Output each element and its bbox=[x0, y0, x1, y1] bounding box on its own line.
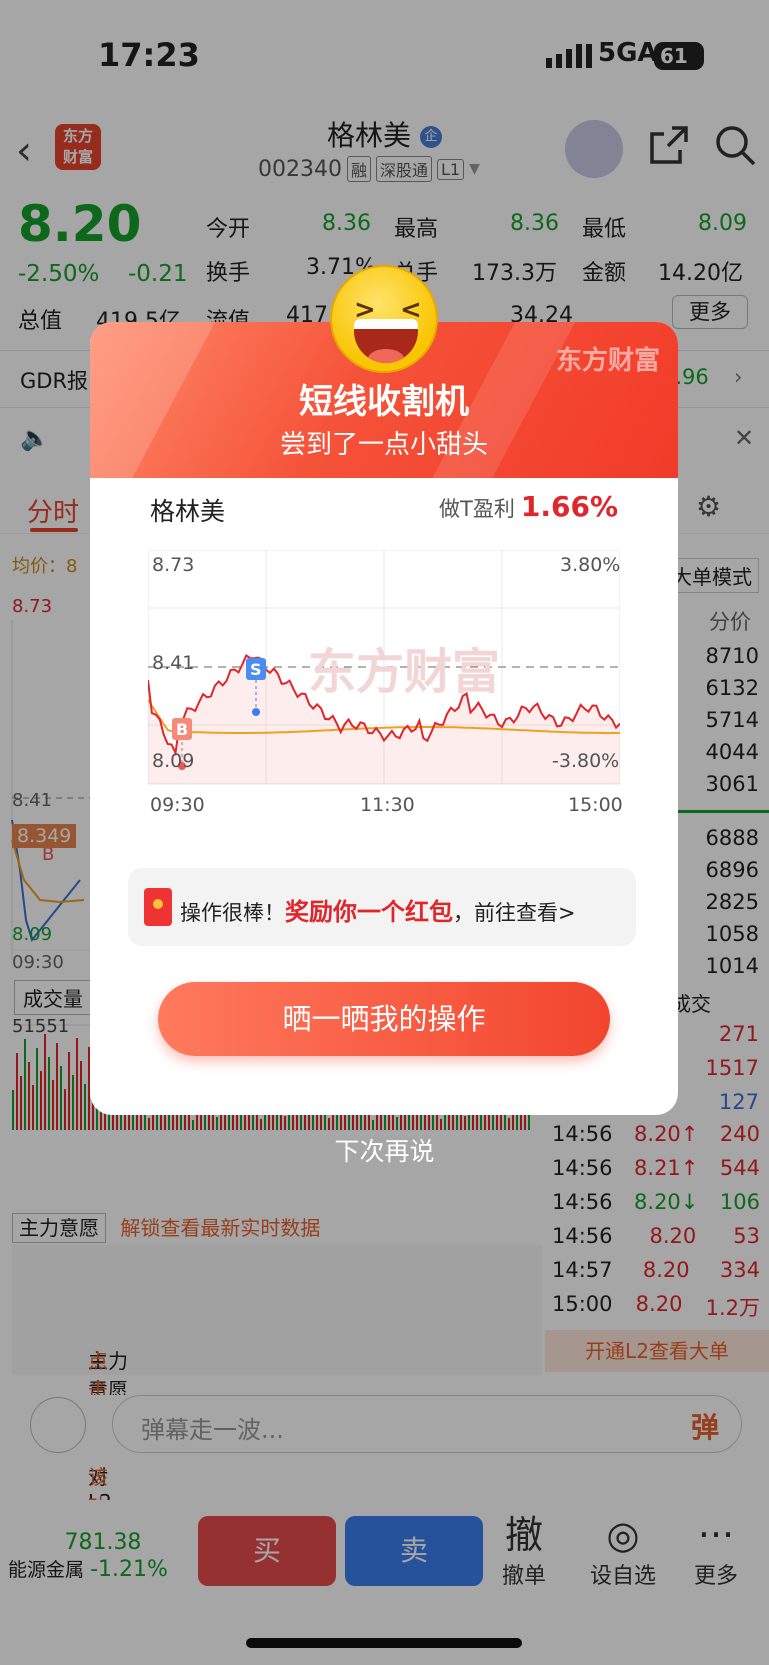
mini-high: 8.73 bbox=[152, 554, 195, 576]
mouth-shape bbox=[354, 319, 418, 363]
mini-time-mid: 11:30 bbox=[360, 794, 415, 816]
mini-high-pct: 3.80% bbox=[560, 554, 621, 576]
mini-low-pct: -3.80% bbox=[552, 750, 620, 772]
profit-value: 1.66% bbox=[520, 490, 618, 523]
rp-pre: 操作很棒！ bbox=[180, 901, 285, 925]
chart-watermark: 东方财富 bbox=[308, 644, 500, 700]
buy-marker: B bbox=[176, 720, 188, 739]
dismiss-later-link[interactable]: 下次再说 bbox=[0, 1132, 769, 1168]
mini-low: 8.09 bbox=[152, 750, 195, 772]
mini-ref: 8.41 bbox=[152, 652, 195, 674]
modal-title: 短线收割机 bbox=[299, 382, 469, 422]
share-operation-button[interactable]: 晒一晒我的操作 bbox=[158, 982, 610, 1056]
modal-subtitle: 尝到了一点小甜头 bbox=[279, 430, 488, 460]
stock-detail-page: 17:23 5GA 61 ‹ 东方 财富 格林美 企 002340 融 深股通 L… bbox=[0, 0, 769, 1665]
rp-post: ，前往查看> bbox=[453, 901, 576, 925]
teeth-shape bbox=[354, 319, 418, 329]
red-packet-text: 操作很棒！奖励你一个红包，前往查看> bbox=[180, 892, 576, 927]
modal-trade-chart: 东方财富 S B 8.73 3.80% 8.41 8.09 -3.80% 09:… bbox=[147, 549, 623, 816]
rp-reward: 奖励你一个红包 bbox=[285, 898, 453, 926]
red-packet-icon bbox=[144, 888, 172, 926]
achievement-modal: 东方财富 短线收割机 尝到了一点小甜头 格林美 做T盈利1.66% 东方财富 bbox=[90, 322, 678, 1115]
modal-stock-name: 格林美 bbox=[150, 497, 226, 526]
mini-time-end: 15:00 bbox=[568, 794, 623, 816]
modal-profit: 做T盈利 1.66% bbox=[439, 490, 618, 523]
profit-label: 做T盈利 bbox=[439, 497, 515, 521]
mini-time-start: 09:30 bbox=[150, 794, 205, 816]
mini-chart: 东方财富 S B bbox=[147, 549, 621, 785]
red-packet-banner[interactable]: 操作很棒！奖励你一个红包，前往查看> bbox=[128, 868, 636, 946]
sell-marker: S bbox=[250, 660, 262, 679]
modal-watermark: 东方财富 bbox=[555, 346, 660, 376]
laughing-emoji-icon: > < bbox=[330, 265, 438, 373]
